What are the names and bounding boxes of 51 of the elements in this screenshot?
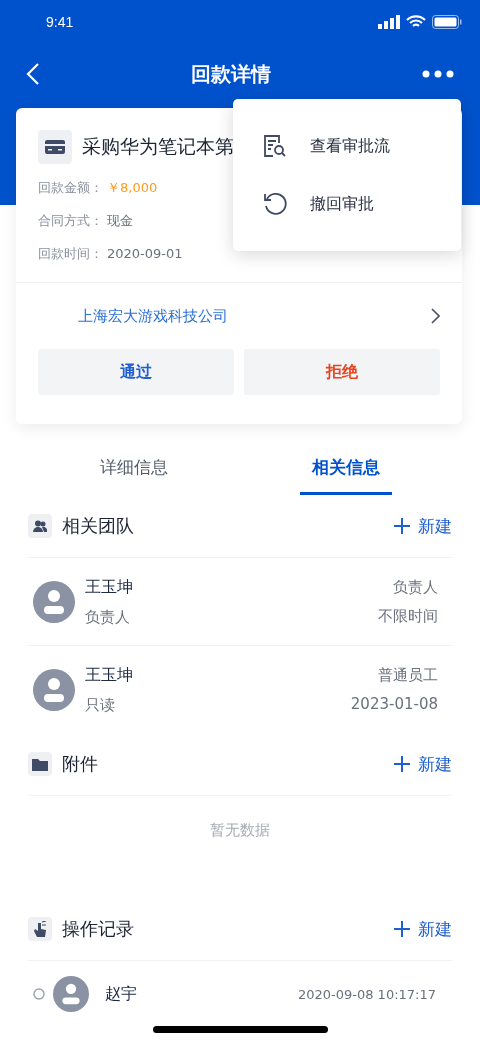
field-value: 现金 xyxy=(107,212,133,230)
new-button[interactable]: 新建 xyxy=(394,917,452,941)
field-value: ￥8,000 xyxy=(107,179,158,197)
status-time: 9:41 xyxy=(46,14,74,30)
menu-item[interactable]: 查看审批流 xyxy=(233,117,461,175)
record-time: 2020-09-08 10:17:17 xyxy=(297,986,437,1002)
folder-icon xyxy=(28,752,52,776)
approve-button[interactable]: 通过 xyxy=(38,349,234,395)
more-icon[interactable] xyxy=(422,70,454,78)
plus-icon xyxy=(394,756,410,772)
empty-message: 暂无数据 xyxy=(209,820,271,841)
hand-pointer-icon xyxy=(28,917,52,941)
member-role: 负责人 xyxy=(393,577,438,597)
card-icon xyxy=(38,130,72,164)
wifi-icon xyxy=(406,15,426,29)
member-permission: 只读 xyxy=(85,695,116,715)
card-title: 采购华为笔记本第 xyxy=(82,134,234,159)
page-title: 回款详情 xyxy=(191,60,271,88)
field-label: 回款时间： xyxy=(38,245,103,263)
menu-item[interactable]: 撤回审批 xyxy=(233,175,461,233)
avatar-icon xyxy=(53,976,89,1012)
member-time: 不限时间 xyxy=(378,606,438,626)
member-name: 王玉坤 xyxy=(85,576,134,598)
reject-button[interactable]: 拒绝 xyxy=(244,349,440,395)
company-link[interactable]: 上海宏大游戏科技公司 xyxy=(78,306,228,326)
avatar-icon xyxy=(33,580,75,623)
section-title: 操作记录 xyxy=(62,917,135,941)
tab[interactable]: 详细信息 xyxy=(28,445,240,495)
member-permission: 负责人 xyxy=(85,607,131,627)
field-label: 回款金额： xyxy=(38,179,103,197)
signal-icon xyxy=(378,15,400,29)
section-title: 相关团队 xyxy=(62,514,135,538)
member-name: 王玉坤 xyxy=(85,664,134,686)
battery-icon xyxy=(432,15,462,29)
new-button[interactable]: 新建 xyxy=(394,752,452,776)
plus-icon xyxy=(394,921,410,937)
undo-icon xyxy=(262,191,288,217)
team-icon xyxy=(28,514,52,538)
field-value: 2020-09-01 xyxy=(107,245,183,263)
back-icon[interactable] xyxy=(26,62,40,86)
member-time: 2023-01-08 xyxy=(350,695,438,713)
field-label: 合同方式： xyxy=(38,212,103,230)
timeline-dot-icon xyxy=(33,988,45,1000)
chevron-right-icon[interactable] xyxy=(431,308,440,324)
plus-icon xyxy=(394,518,410,534)
avatar-icon xyxy=(33,668,75,711)
section-title: 附件 xyxy=(62,752,99,776)
member-role: 普通员工 xyxy=(378,666,438,685)
record-user: 赵宇 xyxy=(105,983,138,1005)
document-search-icon xyxy=(262,133,288,159)
new-button[interactable]: 新建 xyxy=(394,514,452,538)
